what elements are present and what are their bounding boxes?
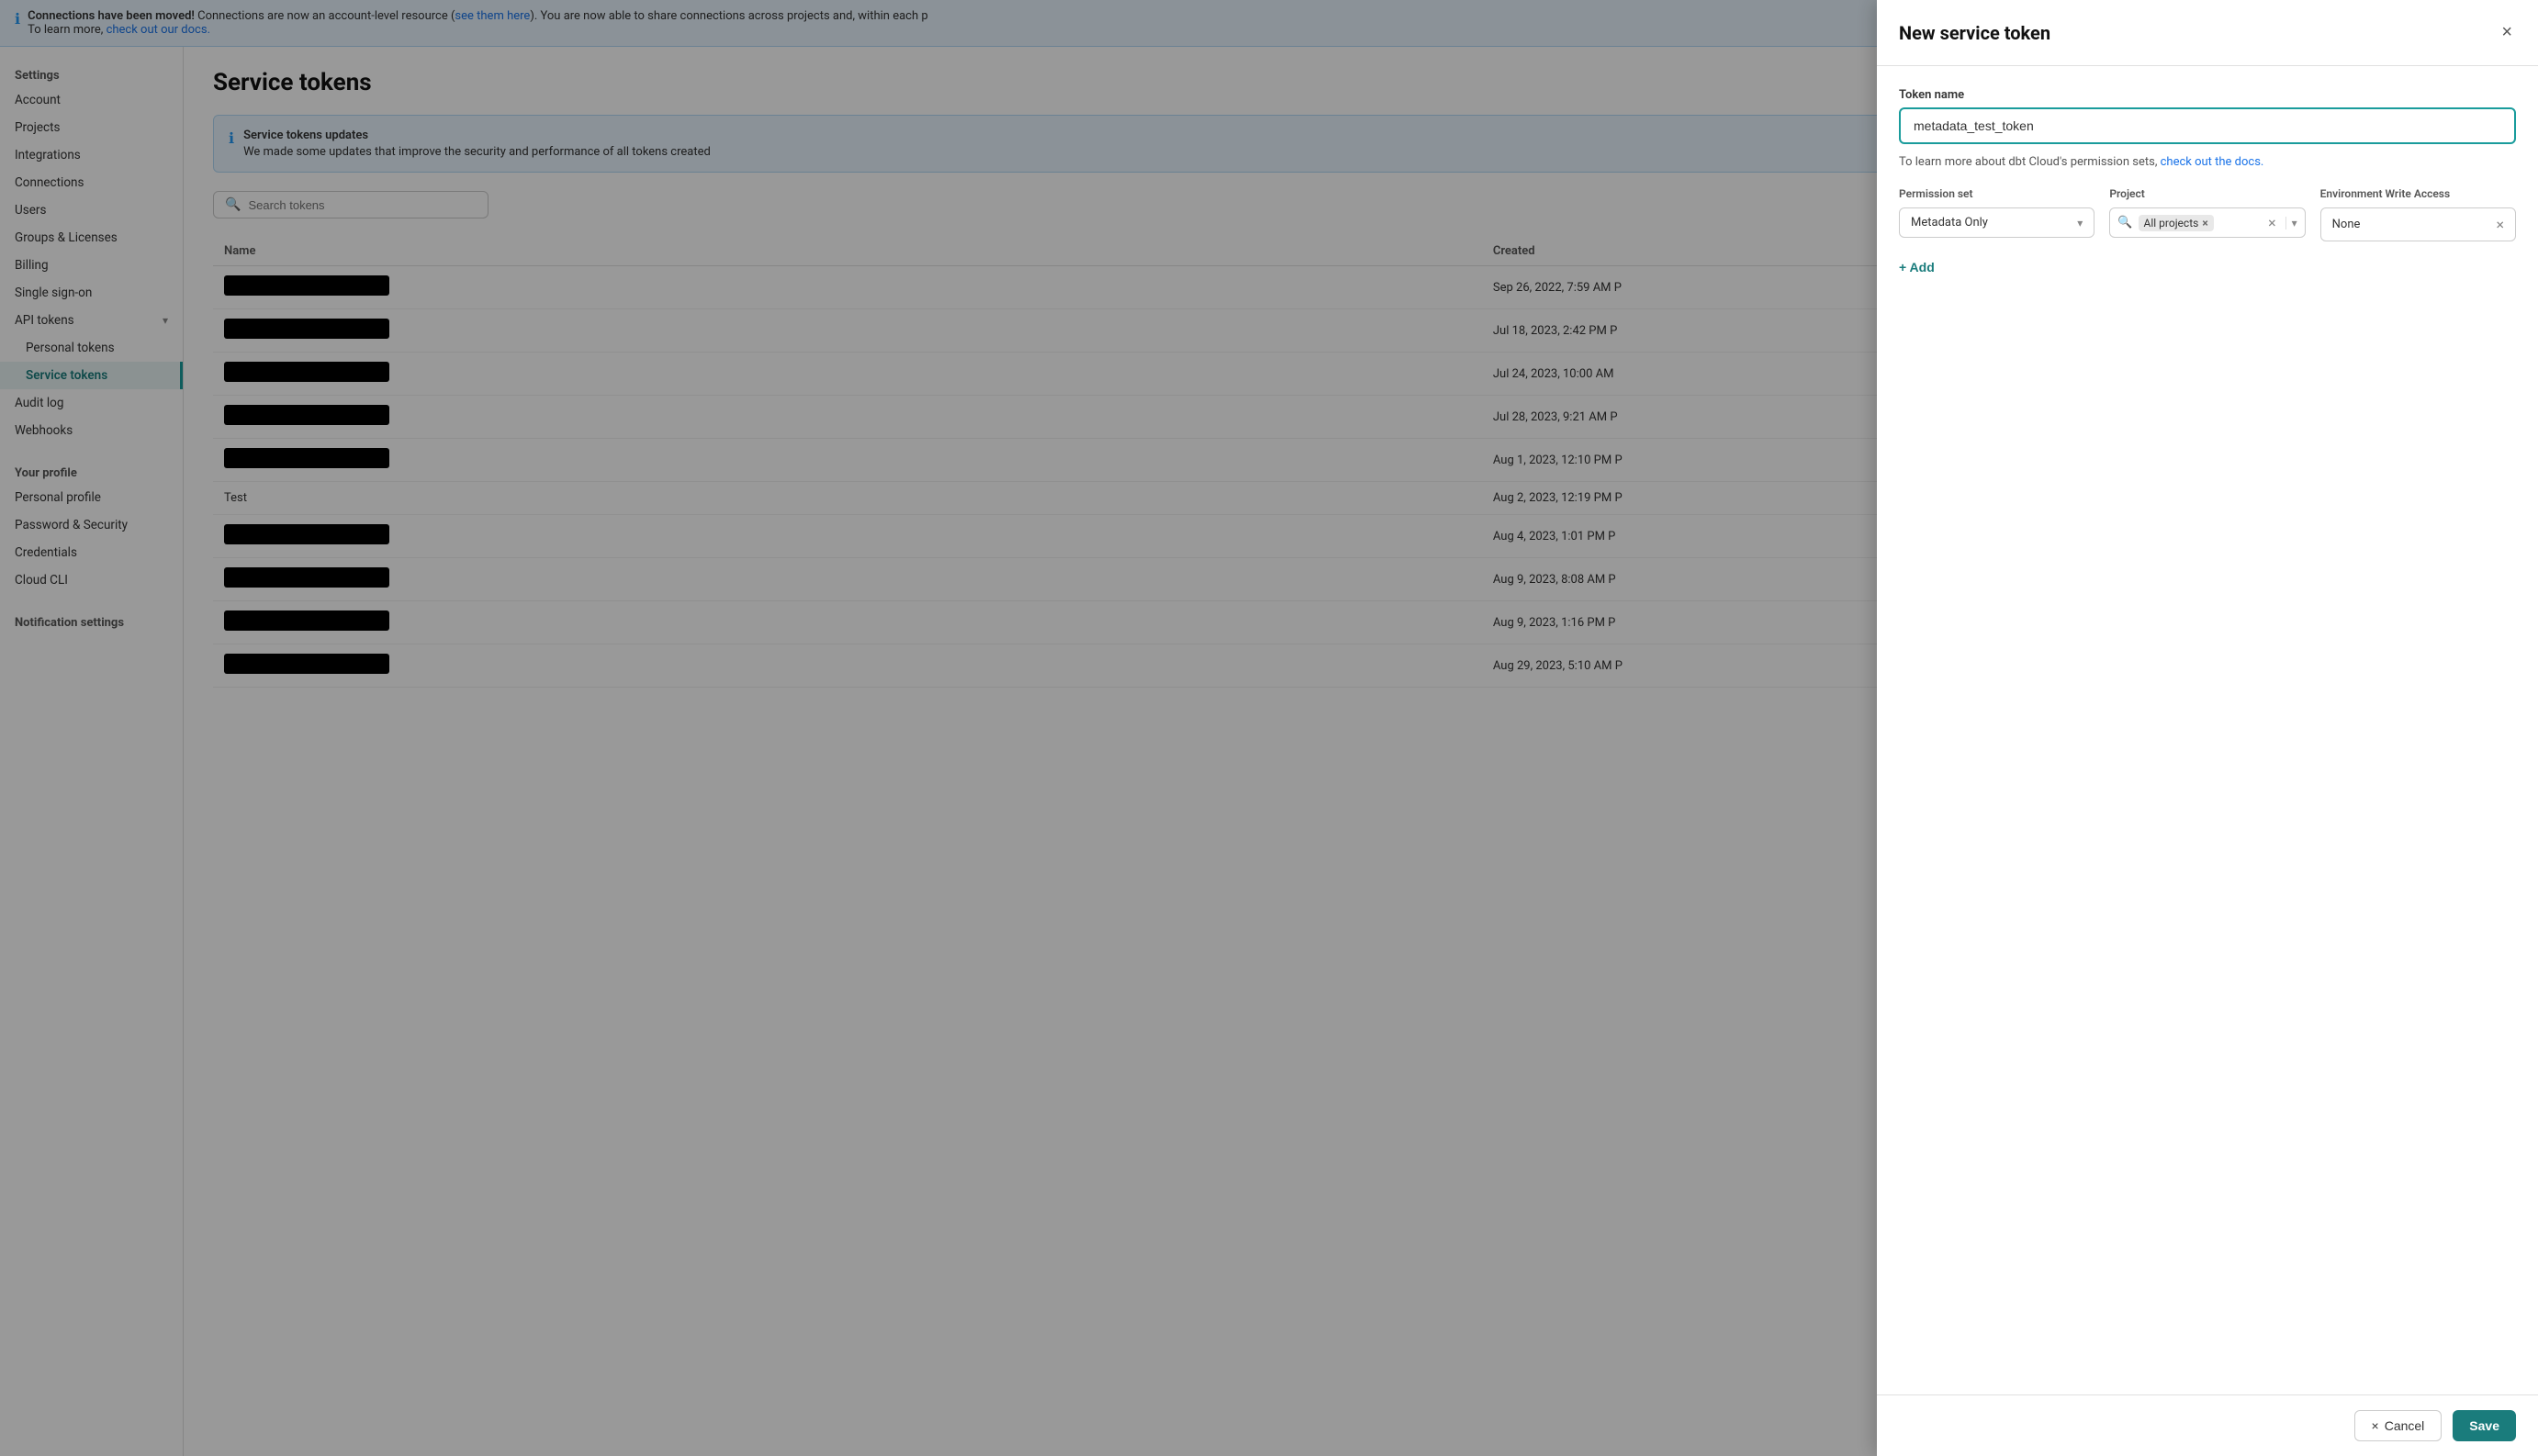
search-icon: 🔍 [2117,216,2132,230]
add-permission-button[interactable]: + Add [1899,252,1935,282]
clear-env-write-button[interactable]: × [2496,216,2504,233]
docs-link[interactable]: check out the docs. [2161,155,2264,169]
cancel-icon: × [2372,1418,2379,1433]
new-service-token-modal: New service token × Token name To learn … [1877,0,2538,1456]
permission-set-select[interactable]: Metadata Only ▾ [1899,207,2094,238]
clear-project-button[interactable]: × [2264,214,2280,231]
modal-body: Token name To learn more about dbt Cloud… [1877,66,2538,1394]
permission-grid: Permission set Metadata Only ▾ Project 🔍… [1899,187,2516,241]
form-hint: To learn more about dbt Cloud's permissi… [1899,155,2516,169]
env-write-label: Environment Write Access [2320,187,2516,200]
chevron-down-icon[interactable]: ▾ [2285,217,2297,230]
modal-close-button[interactable]: × [2498,18,2516,47]
permission-set-col: Permission set Metadata Only ▾ [1899,187,2094,238]
cancel-button[interactable]: × Cancel [2354,1410,2443,1441]
modal-footer: × Cancel Save [1877,1394,2538,1456]
project-label: Project [2109,187,2305,200]
token-name-label: Token name [1899,88,2516,102]
project-tag-input[interactable]: 🔍 All projects × × ▾ [2109,207,2305,238]
token-name-input[interactable] [1899,107,2516,144]
chevron-down-icon: ▾ [2077,217,2083,230]
project-tag: All projects × [2139,215,2214,231]
permission-set-label: Permission set [1899,187,2094,200]
env-write-field[interactable]: None × [2320,207,2516,241]
permission-set-value: Metadata Only [1911,216,1988,230]
project-col: Project 🔍 All projects × × ▾ [2109,187,2305,238]
project-tag-remove[interactable]: × [2202,217,2207,230]
env-write-value: None [2332,218,2361,231]
modal-overlay: New service token × Token name To learn … [0,0,2538,1456]
modal-header: New service token × [1877,0,2538,66]
modal-title: New service token [1899,22,2050,44]
env-write-col: Environment Write Access None × [2320,187,2516,241]
save-button[interactable]: Save [2453,1410,2516,1441]
